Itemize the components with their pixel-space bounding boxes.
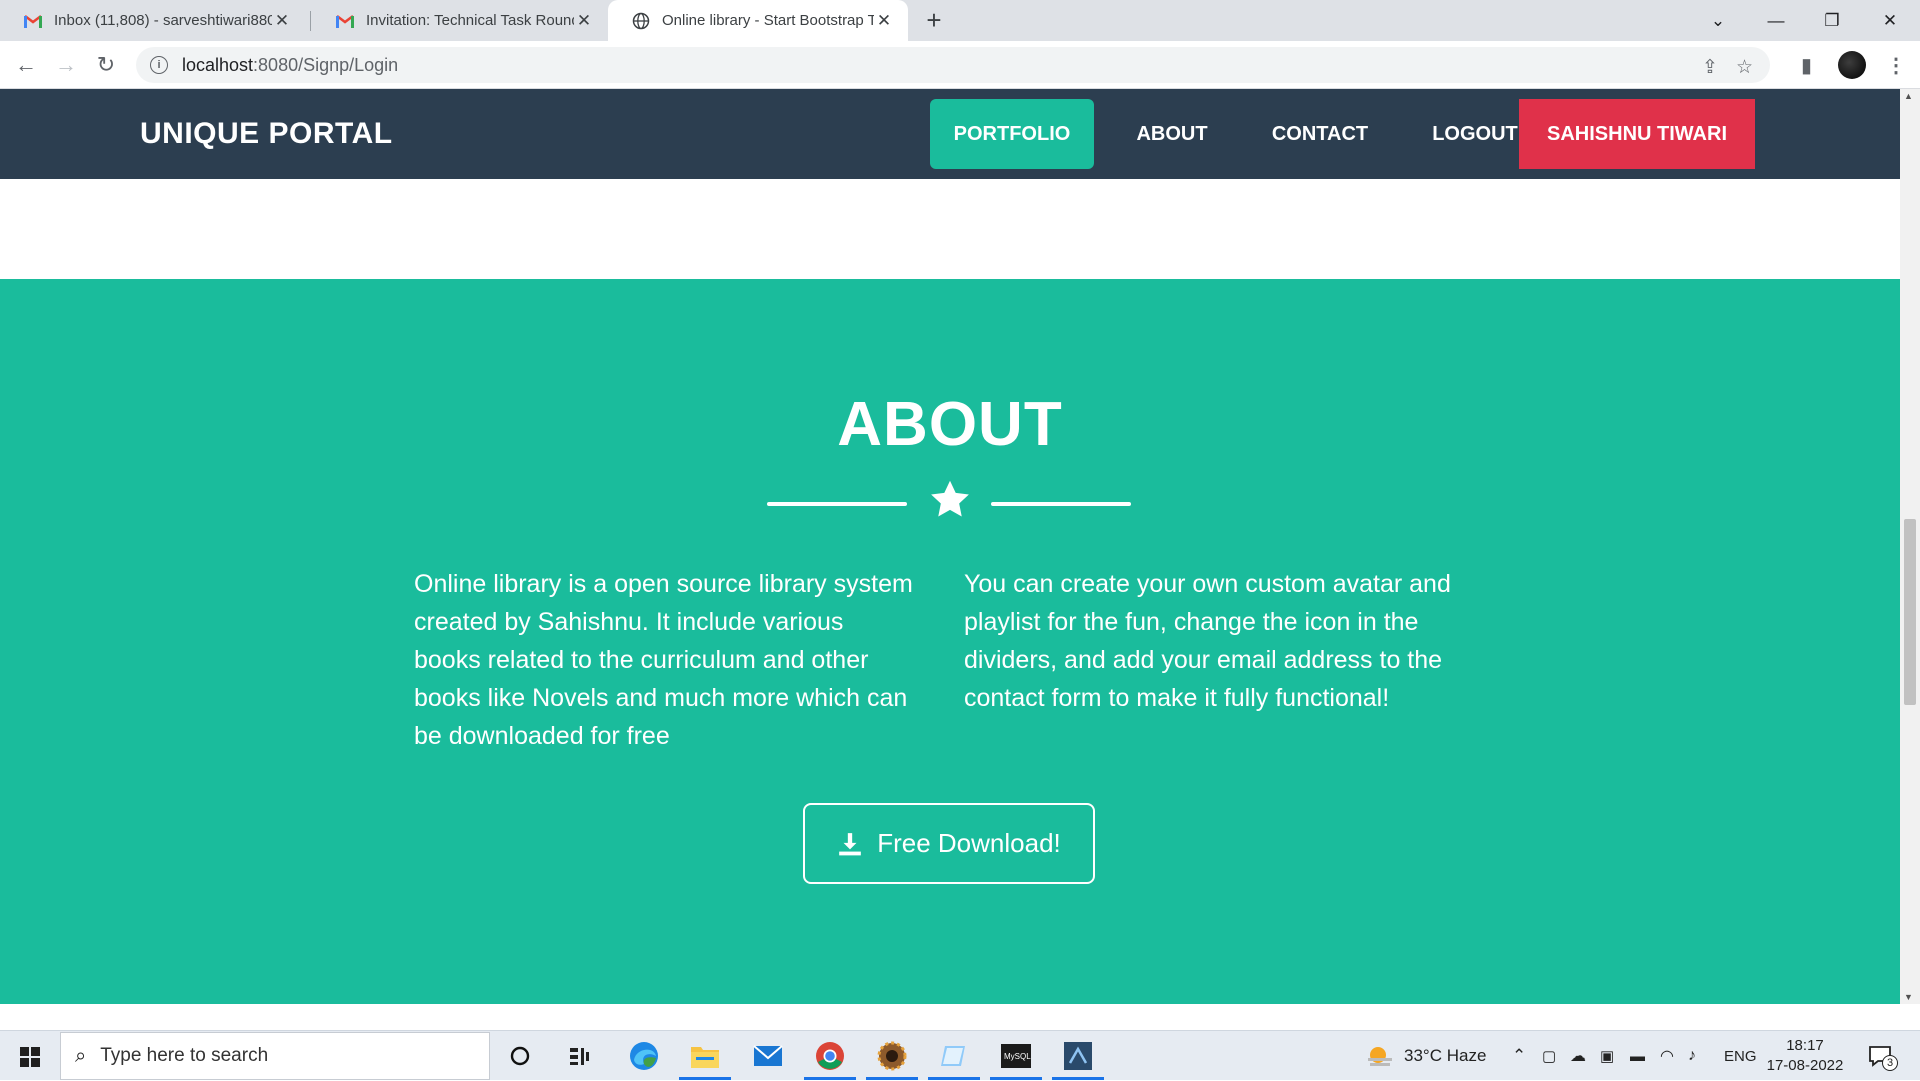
nav-user-button[interactable]: SAHISHNU TIWARI (1519, 99, 1755, 169)
site-navbar: UNIQUE PORTAL PORTFOLIO ABOUT CONTACT LO… (0, 89, 1900, 179)
tab-online-library[interactable]: Online library - Start Bootstrap Th ✕ (608, 0, 908, 41)
gmail-icon (336, 12, 354, 30)
close-window-button[interactable]: ✕ (1862, 0, 1918, 41)
search-icon: ⌕ (75, 1044, 87, 1067)
minimize-button[interactable]: — (1748, 0, 1804, 41)
nav-about[interactable]: ABOUT (1104, 99, 1240, 169)
tab-search-icon[interactable]: ⌄ (1690, 0, 1746, 41)
mail-icon[interactable] (748, 1038, 788, 1074)
workbench-icon[interactable] (1052, 1038, 1104, 1080)
weather-haze-icon (1368, 1047, 1392, 1066)
file-explorer-icon[interactable] (679, 1038, 731, 1080)
clock[interactable]: 18:17 17-08-2022 (1760, 1036, 1850, 1076)
info-icon[interactable]: i (150, 56, 168, 74)
tab-invitation[interactable]: Invitation: Technical Task Round | ✕ (312, 0, 608, 41)
edge-icon[interactable] (624, 1038, 664, 1074)
brand-logo[interactable]: UNIQUE PORTAL (140, 89, 393, 179)
tab-title: Online library - Start Bootstrap Th (662, 12, 874, 29)
gear-app-icon[interactable] (866, 1038, 918, 1080)
task-view-icon[interactable] (560, 1038, 600, 1074)
address-bar[interactable]: i localhost:8080/Signp/Login ⇪ ☆ (136, 47, 1770, 83)
weather-widget[interactable]: 33°C Haze (1366, 1031, 1486, 1081)
scrollbar-thumb[interactable] (1904, 519, 1916, 705)
menu-icon[interactable]: ⋮ (1886, 53, 1906, 78)
divider-line-left (767, 502, 907, 506)
globe-icon (632, 12, 650, 30)
search-placeholder: Type here to search (100, 1045, 269, 1066)
notification-count-badge: 3 (1882, 1055, 1898, 1071)
clock-time: 18:17 (1786, 1037, 1824, 1054)
close-icon[interactable]: ✕ (272, 11, 292, 31)
taskbar-search-input[interactable]: ⌕ Type here to search (60, 1032, 490, 1080)
bookmark-star-icon[interactable]: ☆ (1736, 56, 1753, 79)
profile-avatar[interactable] (1838, 51, 1866, 79)
side-panel-icon[interactable]: ▮ (1801, 53, 1812, 78)
share-icon[interactable]: ⇪ (1702, 56, 1718, 79)
page-viewport: UNIQUE PORTAL PORTFOLIO ABOUT CONTACT LO… (0, 89, 1900, 1004)
url-text: localhost:8080/Signp/Login (182, 54, 399, 75)
notepad-icon[interactable] (928, 1038, 980, 1080)
restore-button[interactable]: ❐ (1804, 0, 1860, 41)
windows-taskbar: ⌕ Type here to search MySQL 33°C Haze ⌃ … (0, 1030, 1920, 1080)
battery-icon[interactable]: ▬ (1630, 1031, 1645, 1081)
weather-text: 33°C Haze (1404, 1046, 1487, 1065)
notifications-icon[interactable]: 3 (1868, 1031, 1898, 1081)
divider-line-right (991, 502, 1131, 506)
scroll-down-arrow[interactable]: ▼ (1904, 992, 1913, 1002)
onedrive-cloud-icon[interactable]: ☁ (1570, 1031, 1586, 1081)
clock-date: 17-08-2022 (1766, 1057, 1844, 1074)
about-heading: ABOUT (837, 390, 1063, 459)
reload-icon[interactable]: ↻ (90, 49, 122, 81)
free-download-button[interactable]: Free Download! (803, 803, 1095, 884)
about-text-left: Online library is a open source library … (414, 570, 913, 750)
free-download-label: Free Download! (877, 828, 1061, 858)
close-icon[interactable]: ✕ (574, 11, 594, 31)
star-icon (931, 480, 969, 517)
language-indicator[interactable]: ENG (1724, 1031, 1757, 1081)
about-section: ABOUT Online library is a open source li… (0, 279, 1900, 1004)
about-text-right: You can create your own custom avatar an… (964, 570, 1451, 712)
tab-title: Inbox (11,808) - sarveshtiwari880 (54, 12, 272, 29)
chevron-up-icon[interactable]: ⌃ (1512, 1031, 1526, 1081)
nav-contact[interactable]: CONTACT (1242, 99, 1398, 169)
nav-portfolio[interactable]: PORTFOLIO (930, 99, 1094, 169)
display-icon[interactable]: ▣ (1600, 1031, 1614, 1081)
volume-icon[interactable]: ♪ (1688, 1031, 1696, 1081)
wifi-icon[interactable]: ◠ (1660, 1031, 1674, 1081)
mysql-icon[interactable]: MySQL (990, 1038, 1042, 1080)
page-scrollbar[interactable]: ▲ ▼ (1900, 89, 1920, 1004)
browser-toolbar: ← → ↻ i localhost:8080/Signp/Login ⇪ ☆ ▮… (0, 41, 1920, 89)
meet-now-icon[interactable]: ▢ (1542, 1031, 1556, 1081)
gmail-icon (24, 12, 42, 30)
new-tab-button[interactable]: + (918, 4, 950, 36)
svg-text:MySQL: MySQL (1004, 1052, 1031, 1061)
tab-inbox[interactable]: Inbox (11,808) - sarveshtiwari880 ✕ (0, 0, 306, 41)
cortana-icon[interactable] (500, 1038, 540, 1074)
tab-title: Invitation: Technical Task Round | (366, 12, 574, 29)
download-icon (839, 832, 862, 855)
close-icon[interactable]: ✕ (874, 11, 894, 31)
browser-tab-bar: Inbox (11,808) - sarveshtiwari880 ✕ Invi… (0, 0, 1920, 41)
chrome-icon[interactable] (804, 1038, 856, 1080)
forward-icon[interactable]: → (50, 49, 82, 81)
back-icon[interactable]: ← (10, 49, 42, 81)
scroll-up-arrow[interactable]: ▲ (1904, 91, 1913, 101)
windows-start-icon[interactable] (20, 1047, 40, 1067)
